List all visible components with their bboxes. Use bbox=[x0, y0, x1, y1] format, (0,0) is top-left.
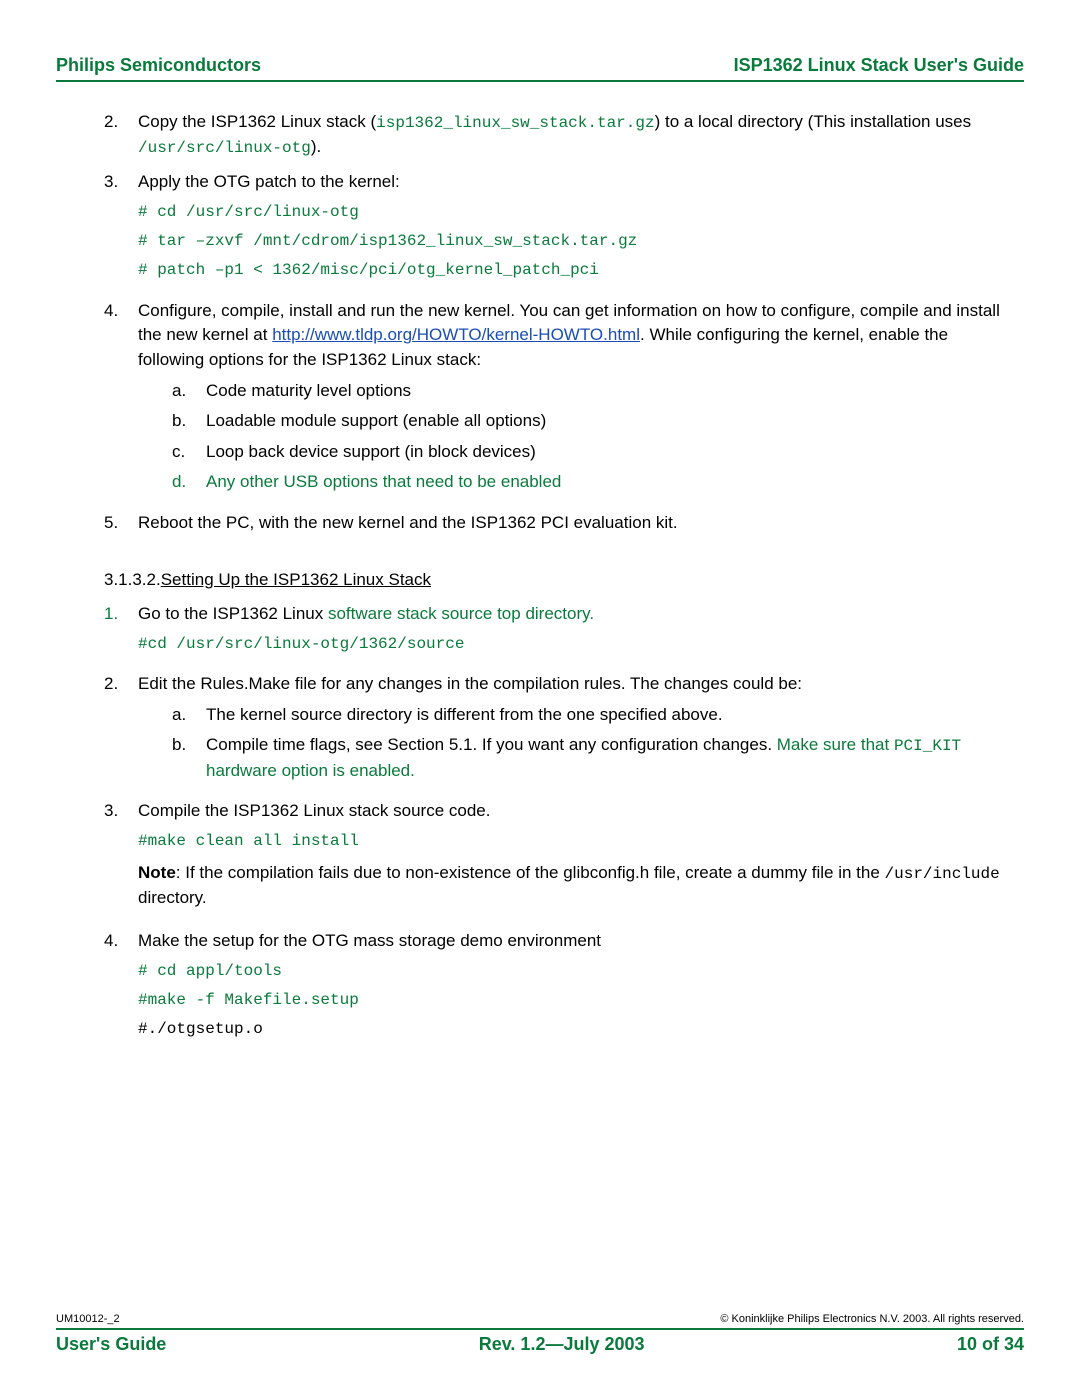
sub-body: Code maturity level options bbox=[206, 379, 1014, 404]
code-line: #cd /usr/src/linux-otg/1362/source bbox=[138, 633, 1014, 656]
list-number: 2. bbox=[104, 672, 138, 789]
text: Compile time flags, see Section 5.1. If … bbox=[206, 735, 777, 754]
list-number: 4. bbox=[104, 929, 138, 1047]
code-inline: /usr/src/linux-otg bbox=[138, 139, 311, 157]
page-body: 2. Copy the ISP1362 Linux stack (isp1362… bbox=[56, 110, 1024, 1047]
sub-letter: b. bbox=[172, 409, 206, 434]
footer-bottom: User's Guide Rev. 1.2—July 2003 10 of 34 bbox=[56, 1330, 1024, 1355]
sub-item-d: d. Any other USB options that need to be… bbox=[172, 470, 1014, 495]
text: ). bbox=[311, 137, 321, 156]
sub-item-a: a. The kernel source directory is differ… bbox=[172, 703, 1014, 728]
kernel-howto-link[interactable]: http://www.tldp.org/HOWTO/kernel-HOWTO.h… bbox=[272, 325, 640, 344]
list-item-2: 2. Copy the ISP1362 Linux stack (isp1362… bbox=[104, 110, 1014, 160]
footer-right: 10 of 34 bbox=[957, 1334, 1024, 1355]
section-number: 3.1.3.2. bbox=[104, 570, 161, 589]
text: Make the setup for the OTG mass storage … bbox=[138, 929, 1014, 954]
text: Copy the ISP1362 Linux stack ( bbox=[138, 112, 376, 131]
code-inline: isp1362_linux_sw_stack.tar.gz bbox=[376, 114, 654, 132]
sub-letter: b. bbox=[172, 733, 206, 783]
sub-letter: a. bbox=[172, 703, 206, 728]
list-body: Reboot the PC, with the new kernel and t… bbox=[138, 511, 1014, 536]
list-number: 3. bbox=[104, 170, 138, 288]
list-number: 1. bbox=[104, 602, 138, 662]
text: Edit the Rules.Make file for any changes… bbox=[138, 672, 1014, 697]
sub-body: Compile time flags, see Section 5.1. If … bbox=[206, 733, 1014, 783]
list-body: Make the setup for the OTG mass storage … bbox=[138, 929, 1014, 1047]
list-item-b3: 3. Compile the ISP1362 Linux stack sourc… bbox=[104, 799, 1014, 919]
text: : If the compilation fails due to non-ex… bbox=[176, 863, 885, 882]
page-footer: UM10012-_2 © Koninklijke Philips Electro… bbox=[56, 1313, 1024, 1355]
list-item-b4: 4. Make the setup for the OTG mass stora… bbox=[104, 929, 1014, 1047]
list-body: Compile the ISP1362 Linux stack source c… bbox=[138, 799, 1014, 919]
sub-letter: c. bbox=[172, 440, 206, 465]
sub-item-b: b. Loadable module support (enable all o… bbox=[172, 409, 1014, 434]
list-body: Go to the ISP1362 Linux software stack s… bbox=[138, 602, 1014, 662]
list-number: 3. bbox=[104, 799, 138, 919]
sub-body: The kernel source directory is different… bbox=[206, 703, 1014, 728]
list-item-b2: 2. Edit the Rules.Make file for any chan… bbox=[104, 672, 1014, 789]
code-line: #make -f Makefile.setup bbox=[138, 989, 1014, 1012]
sub-letter: d. bbox=[172, 470, 206, 495]
text: Apply the OTG patch to the kernel: bbox=[138, 170, 1014, 195]
section-heading: 3.1.3.2.Setting Up the ISP1362 Linux Sta… bbox=[104, 568, 1014, 593]
code-inline: /usr/include bbox=[885, 865, 1000, 883]
text: Compile the ISP1362 Linux stack source c… bbox=[138, 799, 1014, 824]
sub-item-b: b. Compile time flags, see Section 5.1. … bbox=[172, 733, 1014, 783]
sub-item-a: a. Code maturity level options bbox=[172, 379, 1014, 404]
list-body: Apply the OTG patch to the kernel: # cd … bbox=[138, 170, 1014, 288]
list-number: 2. bbox=[104, 110, 138, 160]
code-line: # tar –zxvf /mnt/cdrom/isp1362_linux_sw_… bbox=[138, 230, 1014, 253]
code-line: # patch –p1 < 1362/misc/pci/otg_kernel_p… bbox=[138, 259, 1014, 282]
list-body: Edit the Rules.Make file for any changes… bbox=[138, 672, 1014, 789]
header-left: Philips Semiconductors bbox=[56, 55, 261, 76]
sub-body: Loadable module support (enable all opti… bbox=[206, 409, 1014, 434]
header-right: ISP1362 Linux Stack User's Guide bbox=[734, 55, 1024, 76]
code-line: # cd appl/tools bbox=[138, 960, 1014, 983]
list-item-3: 3. Apply the OTG patch to the kernel: # … bbox=[104, 170, 1014, 288]
list-item-b1: 1. Go to the ISP1362 Linux software stac… bbox=[104, 602, 1014, 662]
text: Go to the ISP1362 Linux bbox=[138, 604, 328, 623]
text: ) to a local directory (This installatio… bbox=[655, 112, 972, 131]
note: Note: If the compilation fails due to no… bbox=[138, 861, 1014, 911]
footer-center: Rev. 1.2—July 2003 bbox=[479, 1334, 645, 1355]
list-number: 5. bbox=[104, 511, 138, 536]
section-title: Setting Up the ISP1362 Linux Stack bbox=[161, 570, 431, 589]
text-green: software stack source top directory. bbox=[328, 604, 594, 623]
list-body: Copy the ISP1362 Linux stack (isp1362_li… bbox=[138, 110, 1014, 160]
sub-body: Loop back device support (in block devic… bbox=[206, 440, 1014, 465]
footer-top: UM10012-_2 © Koninklijke Philips Electro… bbox=[56, 1313, 1024, 1330]
code-inline: PCI_KIT bbox=[894, 737, 961, 755]
code-line: #make clean all install bbox=[138, 830, 1014, 853]
code-line: # cd /usr/src/linux-otg bbox=[138, 201, 1014, 224]
list-number: 4. bbox=[104, 299, 138, 501]
list-item-4: 4. Configure, compile, install and run t… bbox=[104, 299, 1014, 501]
code-line: #./otgsetup.o bbox=[138, 1018, 1014, 1041]
doc-id: UM10012-_2 bbox=[56, 1313, 120, 1325]
footer-left: User's Guide bbox=[56, 1334, 166, 1355]
text-green: Make sure that bbox=[777, 735, 894, 754]
text: directory. bbox=[138, 888, 207, 907]
note-label: Note bbox=[138, 863, 176, 882]
text-green: hardware option is enabled. bbox=[206, 761, 415, 780]
sub-body: Any other USB options that need to be en… bbox=[206, 470, 1014, 495]
page-header: Philips Semiconductors ISP1362 Linux Sta… bbox=[56, 55, 1024, 82]
copyright: © Koninklijke Philips Electronics N.V. 2… bbox=[720, 1313, 1024, 1325]
sub-letter: a. bbox=[172, 379, 206, 404]
list-body: Configure, compile, install and run the … bbox=[138, 299, 1014, 501]
sub-item-c: c. Loop back device support (in block de… bbox=[172, 440, 1014, 465]
list-item-5: 5. Reboot the PC, with the new kernel an… bbox=[104, 511, 1014, 536]
